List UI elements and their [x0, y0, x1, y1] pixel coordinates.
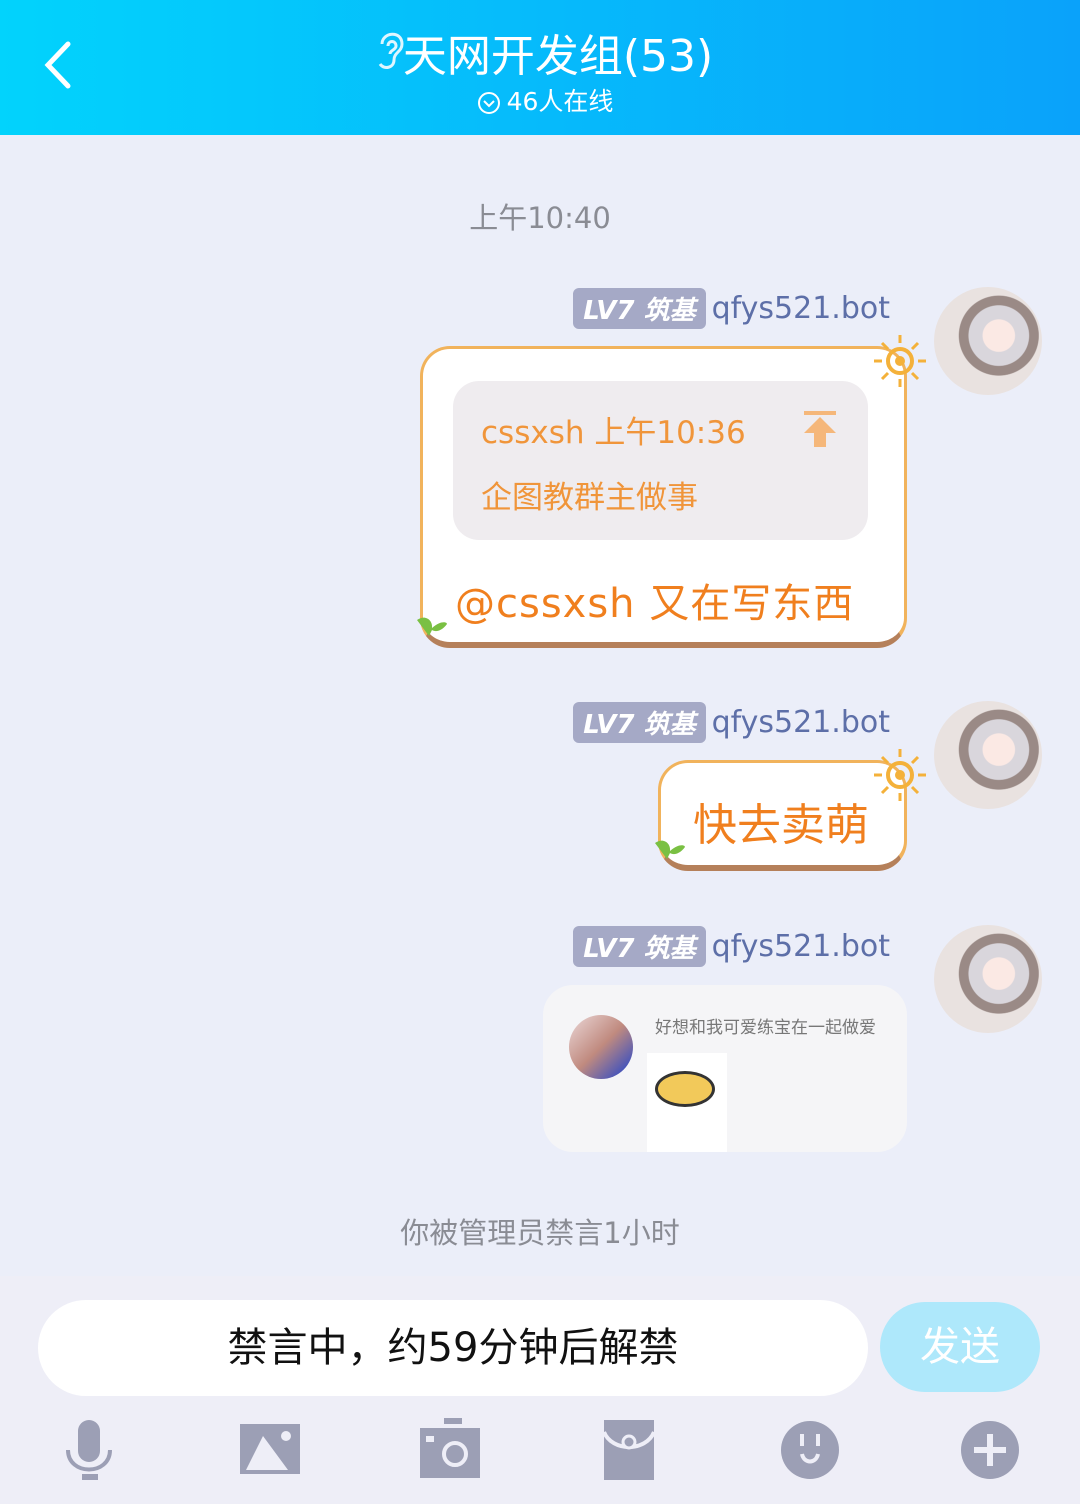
avatar[interactable] — [934, 701, 1042, 809]
timestamp: 上午10:40 — [469, 201, 611, 235]
message-text: @cssxsh 又在写东西 — [455, 581, 855, 627]
message-bubble[interactable]: 快去卖萌 — [655, 749, 926, 871]
group-title[interactable]: 天网开发组(53) — [0, 20, 1080, 84]
send-button[interactable]: 发送 — [880, 1302, 1040, 1392]
leaf-decoration-icon — [417, 617, 447, 636]
level-badge: LV7 筑基 — [573, 288, 706, 329]
card-text: 好想和我可爱练宝在一起做爱 — [655, 1018, 876, 1038]
message-bubble[interactable]: cssxsh 上午10:36 企图教群主做事 @cssxsh 又在写东西 — [417, 335, 926, 648]
chat-header: 天网开发组(53) 46人在线 — [0, 0, 1080, 135]
message-input[interactable]: 禁言中，约59分钟后解禁 — [38, 1300, 868, 1396]
sender-meta: LV7 筑基 qfys521.bot — [573, 702, 890, 743]
red-packet-icon[interactable] — [598, 1418, 662, 1482]
input-bar: 禁言中，约59分钟后解禁 发送 — [0, 1276, 1080, 1504]
leaf-decoration-icon — [655, 840, 685, 859]
camera-icon[interactable] — [418, 1418, 482, 1482]
quote-text: 企图教群主做事 — [481, 480, 698, 516]
image-icon[interactable] — [238, 1418, 302, 1482]
mic-icon[interactable] — [58, 1418, 122, 1482]
sender-name[interactable]: qfys521.bot — [712, 929, 890, 964]
sun-decoration-icon — [874, 335, 926, 387]
quoted-message[interactable]: cssxsh 上午10:36 企图教群主做事 — [453, 381, 868, 540]
system-notice: 你被管理员禁言1小时 — [400, 1216, 680, 1250]
sender-name[interactable]: qfys521.bot — [712, 291, 890, 326]
sender-meta: LV7 筑基 qfys521.bot — [573, 288, 890, 329]
sender-meta: LV7 筑基 qfys521.bot — [573, 926, 890, 967]
sender-name[interactable]: qfys521.bot — [712, 705, 890, 740]
level-badge: LV7 筑基 — [573, 926, 706, 967]
sun-decoration-icon — [874, 749, 926, 801]
online-count[interactable]: 46人在线 — [0, 82, 1080, 118]
online-text: 46人在线 — [506, 87, 614, 116]
level-badge: LV7 筑基 — [573, 702, 706, 743]
quote-author-time: cssxsh 上午10:36 — [481, 415, 746, 451]
plus-icon[interactable] — [958, 1418, 1022, 1482]
message-text: 快去卖萌 — [693, 800, 869, 851]
jump-to-top-icon[interactable] — [802, 409, 838, 449]
sticker-image[interactable] — [647, 1053, 727, 1152]
chevron-circle-icon — [477, 92, 500, 114]
avatar[interactable] — [934, 925, 1042, 1033]
card-avatar — [569, 1015, 633, 1079]
avatar[interactable] — [934, 287, 1042, 395]
emoji-icon[interactable] — [778, 1418, 842, 1482]
forwarded-card[interactable]: 好想和我可爱练宝在一起做爱 — [543, 985, 907, 1152]
